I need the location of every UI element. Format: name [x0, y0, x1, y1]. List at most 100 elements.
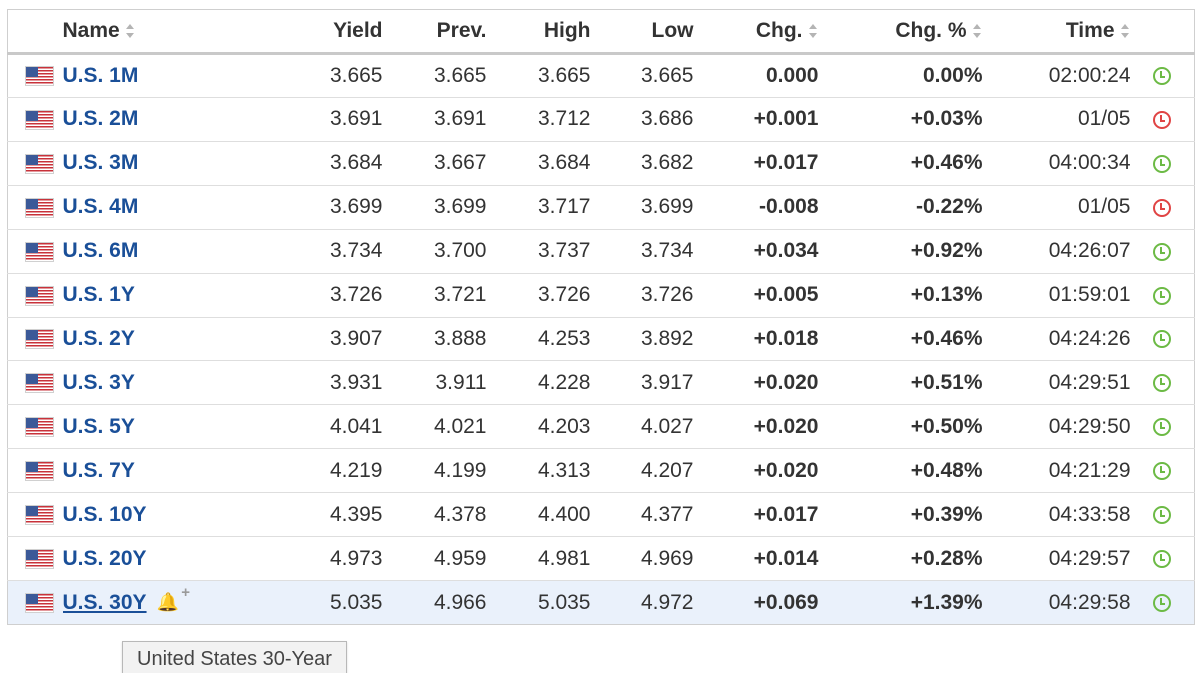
us-flag-icon: [26, 593, 53, 612]
time-column-header[interactable]: Time: [982, 9, 1131, 55]
yield-header-label: Yield: [333, 19, 383, 42]
time-cell: 04:29:57: [1048, 546, 1131, 570]
yield-column-header: Yield: [307, 9, 383, 55]
table-row[interactable]: U.S. 7Y 4.219 4.199 4.313 4.207 +0.020 +0.48% 0…: [7, 449, 1195, 493]
name-cell: U.S. 3Y: [63, 361, 308, 405]
low-cell: 3.726: [640, 283, 694, 307]
us-flag-icon: [26, 550, 53, 569]
flag-cell: [8, 273, 63, 317]
name-cell: U.S. 2Y: [63, 317, 308, 361]
instrument-name-link[interactable]: U.S. 5Y: [63, 415, 135, 438]
low-cell: 4.207: [640, 458, 694, 482]
yield-cell: 4.973: [329, 546, 383, 570]
low-cell: 3.682: [640, 151, 694, 175]
low-header-label: Low: [651, 19, 694, 42]
sort-arrows-icon[interactable]: [808, 23, 819, 39]
table-row[interactable]: U.S. 2Y 3.907 3.888 4.253 3.892 +0.018 +0.46% 0…: [7, 317, 1195, 361]
low-cell: 4.972: [640, 590, 694, 614]
high-cell: 5.035: [537, 590, 591, 614]
instrument-name-link[interactable]: U.S. 4M: [63, 195, 139, 218]
instrument-name-link[interactable]: U.S. 2Y: [63, 327, 135, 350]
sort-arrows-icon[interactable]: [972, 23, 983, 39]
prev-cell: 3.700: [433, 239, 487, 263]
table-row[interactable]: U.S. 3Y 3.931 3.911 4.228 3.917 +0.020 +0.51% 0…: [7, 361, 1195, 405]
high-cell: 3.726: [537, 283, 591, 307]
status-cell: [1131, 405, 1195, 449]
red-clock-icon: [1153, 110, 1172, 129]
prev-cell: 4.021: [433, 414, 487, 438]
instrument-name-link[interactable]: U.S. 30Y: [63, 591, 147, 614]
green-clock-icon: [1153, 418, 1172, 437]
sort-arrows-icon[interactable]: [1120, 23, 1131, 39]
yield-cell: 3.665: [329, 63, 383, 87]
table-row[interactable]: U.S. 10Y 4.395 4.378 4.400 4.377 +0.017 +0.39%…: [7, 493, 1195, 537]
yield-cell: 3.699: [329, 195, 383, 219]
name-cell: U.S. 20Y: [63, 537, 308, 581]
name-cell: U.S. 3M: [63, 141, 308, 185]
instrument-name-link[interactable]: U.S. 1Y: [63, 283, 135, 306]
table-row[interactable]: U.S. 1Y 3.726 3.721 3.726 3.726 +0.005 +0.13% 0…: [7, 273, 1195, 318]
instrument-name-link[interactable]: U.S. 7Y: [63, 459, 135, 482]
instrument-name-link[interactable]: U.S. 3M: [63, 151, 139, 174]
time-cell: 04:24:26: [1048, 326, 1131, 350]
name-cell: U.S. 5Y: [63, 405, 308, 449]
prev-cell: 4.959: [433, 546, 487, 570]
instrument-name-link[interactable]: U.S. 10Y: [63, 503, 147, 526]
us-flag-icon: [26, 374, 53, 393]
table-row[interactable]: U.S. 30Y 🔔 + 5.035 4.966 5.035 4.972 +0.069 +1.3…: [7, 580, 1195, 625]
name-cell: U.S. 2M: [63, 97, 308, 141]
time-cell: 01:59:01: [1048, 283, 1131, 307]
low-cell: 3.892: [640, 326, 694, 350]
chg-cell: +0.020: [753, 458, 819, 482]
high-cell: 4.253: [537, 326, 591, 350]
high-cell: 3.737: [537, 239, 591, 263]
name-column-header[interactable]: Name: [62, 9, 308, 55]
yield-cell: 3.931: [329, 370, 383, 394]
table-row[interactable]: U.S. 20Y 4.973 4.959 4.981 4.969 +0.014 +0.28%…: [7, 537, 1195, 581]
instrument-name-link[interactable]: U.S. 20Y: [63, 547, 147, 570]
chg-column-header[interactable]: Chg.: [693, 9, 819, 55]
green-clock-icon: [1153, 374, 1172, 393]
yield-cell: 4.395: [329, 502, 383, 526]
table-row[interactable]: U.S. 6M 3.734 3.700 3.737 3.734 +0.034 +0.92% 0…: [7, 229, 1195, 274]
table-row[interactable]: U.S. 4M 3.699 3.699 3.717 3.699 -0.008 -0.22% 0…: [7, 185, 1195, 230]
chg-header-label: Chg.: [755, 19, 803, 42]
time-cell: 04:29:50: [1048, 414, 1131, 438]
status-cell: [1131, 581, 1195, 625]
high-cell: 4.203: [537, 414, 591, 438]
flag-cell: [8, 141, 63, 185]
instrument-name-link[interactable]: U.S. 3Y: [63, 371, 135, 394]
red-clock-icon: [1153, 198, 1172, 217]
flag-cell: [8, 54, 63, 98]
name-header-label: Name: [62, 19, 120, 42]
high-cell: 3.684: [537, 151, 591, 175]
table-row[interactable]: U.S. 2M 3.691 3.691 3.712 3.686 +0.001 +0.03% 0…: [7, 97, 1195, 142]
table-header-row: Name Yield Prev. High Low Chg. Chg. % Ti…: [7, 9, 1195, 55]
name-cell: U.S. 1Y: [63, 273, 308, 317]
status-cell: [1131, 97, 1195, 141]
table-row[interactable]: U.S. 1M 3.665 3.665 3.665 3.665 0.000 0.00% 02:…: [7, 54, 1195, 98]
prev-cell: 3.691: [433, 107, 487, 131]
chg-pct-cell: +0.50%: [910, 414, 983, 438]
bell-plus-icon[interactable]: 🔔 +: [157, 584, 190, 613]
us-flag-icon: [26, 418, 53, 437]
status-cell: [1131, 54, 1195, 98]
sort-arrows-icon[interactable]: [125, 23, 136, 39]
time-cell: 04:21:29: [1048, 458, 1131, 482]
name-cell: U.S. 30Y 🔔 +: [63, 581, 308, 625]
table-row[interactable]: U.S. 3M 3.684 3.667 3.684 3.682 +0.017 +0.46% 0…: [7, 141, 1195, 186]
chg-cell: +0.001: [753, 107, 819, 131]
instrument-name-link[interactable]: U.S. 2M: [63, 107, 139, 130]
chg-pct-cell: 0.00%: [922, 63, 983, 87]
instrument-name-link[interactable]: U.S. 1M: [63, 64, 139, 87]
chg-cell: +0.005: [753, 283, 819, 307]
prev-cell: 4.966: [433, 590, 487, 614]
chg-pct-cell: +0.03%: [910, 107, 983, 131]
high-cell: 4.981: [537, 546, 591, 570]
chg-pct-cell: -0.22%: [915, 195, 983, 219]
chg-pct-column-header[interactable]: Chg. %: [818, 9, 983, 55]
yield-cell: 3.734: [329, 239, 383, 263]
chg-cell: +0.020: [753, 414, 819, 438]
instrument-name-link[interactable]: U.S. 6M: [63, 239, 139, 262]
table-row[interactable]: U.S. 5Y 4.041 4.021 4.203 4.027 +0.020 +0.50% 0…: [7, 405, 1195, 449]
